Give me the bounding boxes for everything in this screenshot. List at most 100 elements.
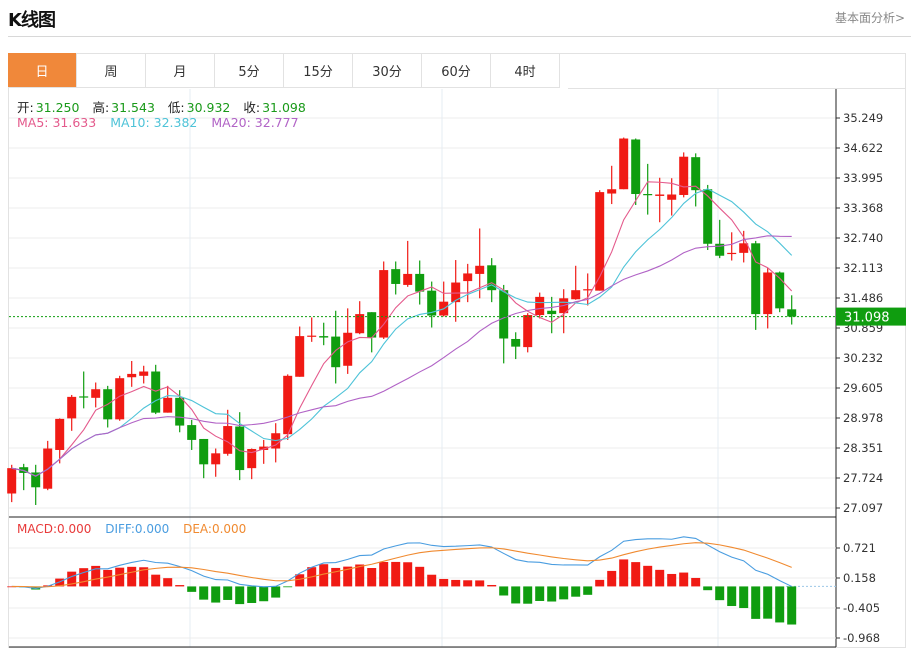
price-tick-label: 33.368 [843,201,883,215]
macd-bar [175,585,185,587]
macd-bar [619,559,629,587]
candle [739,230,749,263]
candle [655,177,665,223]
candle [307,317,317,342]
candle [439,281,449,317]
macd-bar [211,586,221,603]
candle [643,163,653,215]
macd-bar [751,586,761,619]
candle-body [607,189,617,194]
price-tick-label: 28.351 [843,441,883,455]
macd-bar [151,574,161,587]
candle-body [187,425,197,440]
macd-bar [367,568,377,587]
macd-bar [439,578,449,587]
candle-body [67,396,77,419]
candle [487,258,497,303]
macd-bar [295,574,305,587]
macd-bar [667,573,677,587]
macd-bar [523,586,533,604]
macd-bar [127,566,137,587]
candle-body [511,338,521,347]
candle-body [655,194,665,196]
macd-bar [499,586,509,596]
candle-body [619,138,629,190]
candle [31,464,41,505]
candle [79,371,89,409]
candle [391,261,401,295]
price-tick-label: 31.486 [843,291,883,305]
macd-bar [595,579,605,587]
candle [67,394,77,431]
candle [199,438,209,479]
dea-legend-value: DEA:0.000 [183,522,247,536]
candle [127,360,137,387]
candle [571,265,581,300]
macd-bar [571,586,581,597]
candle [247,448,257,480]
candle-body [403,273,413,285]
candle-body [163,397,173,413]
price-tick-label: 35.249 [843,111,883,125]
candle-body [55,418,65,450]
ma10-line [11,188,793,477]
candle-body [127,373,137,378]
candle-body [307,335,317,337]
macd-bar [415,566,425,587]
candle-body [547,310,557,315]
macd-bar [475,580,485,587]
macd-bar [763,586,773,619]
candle-body [415,273,425,292]
candle [295,326,305,377]
candle [787,295,797,325]
macd-bar [655,569,665,587]
candle [91,382,101,408]
candle-body [751,243,761,315]
macd-bar [607,570,617,587]
candle-body [139,371,149,376]
macd-bar [103,569,113,587]
ma20-line [11,235,792,477]
candle-body [703,189,713,244]
candle [319,322,329,346]
candle [139,365,149,384]
candle [583,273,593,306]
candle-body [535,296,545,316]
candle-body [199,438,209,465]
candle-body [295,336,305,377]
price-tick-label: 33.995 [843,171,883,185]
low-value: 30.932 [186,100,231,115]
candle [355,301,365,335]
macd-bar [163,578,173,587]
candle-body [787,309,797,317]
macd-bar [463,580,473,587]
macd-tick-label: 0.721 [843,541,876,555]
macd-bar [631,562,641,587]
candle-body [499,290,509,339]
candle-body [319,336,329,338]
candle [235,412,245,481]
candle-body [391,269,401,284]
price-tick-label: 32.740 [843,231,883,245]
ma20-legend: MA20: 32.777 [211,115,299,130]
candle-body [211,453,221,465]
candle-body [571,290,581,300]
macd-bar [427,574,437,587]
close-label: 收: [243,100,261,115]
candle [619,137,629,190]
macd-bar [379,561,389,587]
diff-legend-value: DIFF:0.000 [105,522,170,536]
macd-bar [511,586,521,604]
open-value: 31.250 [35,100,80,115]
candle [259,439,269,464]
macd-bar [487,584,497,587]
candle-body [667,194,677,200]
candle-body [91,389,101,398]
candle-body [727,252,737,255]
macd-bar [259,586,269,602]
macd-tick-label: 0.158 [843,571,876,585]
macd-bar [535,586,545,601]
candle [715,219,725,259]
candle [367,312,377,353]
candle-body [331,336,341,368]
